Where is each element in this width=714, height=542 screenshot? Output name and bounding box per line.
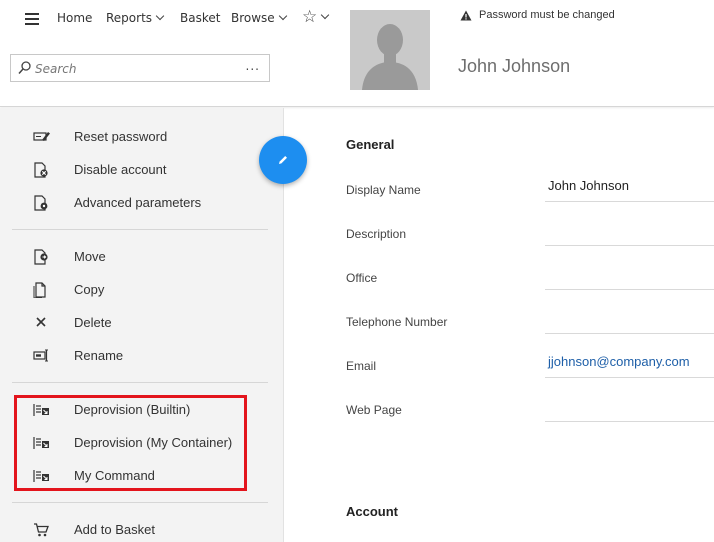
web-page-field[interactable] — [545, 398, 714, 422]
nav-basket[interactable]: Basket — [180, 11, 220, 25]
search-input[interactable] — [35, 59, 235, 78]
chevron-down-icon — [278, 11, 287, 21]
chevron-down-icon — [321, 10, 330, 20]
field-label-telephone: Telephone Number — [346, 315, 448, 329]
field-label-display-name: Display Name — [346, 183, 421, 197]
hamburger-menu-icon[interactable] — [25, 13, 39, 25]
copy-icon — [33, 282, 46, 298]
telephone-field[interactable] — [545, 310, 714, 334]
advanced-parameters-command[interactable]: Advanced parameters — [0, 188, 284, 218]
delete-command[interactable]: Delete — [0, 308, 284, 338]
move-command[interactable]: Move — [0, 242, 284, 272]
section-title-account: Account — [346, 504, 398, 519]
move-icon — [34, 249, 48, 265]
command-label: Delete — [74, 315, 112, 330]
reset-password-icon — [33, 132, 50, 141]
rename-icon — [33, 349, 48, 362]
user-silhouette-icon — [350, 10, 430, 90]
advanced-parameters-icon — [34, 195, 48, 211]
top-bar: Home Reports Basket Browse ☆ ... John Jo… — [0, 0, 714, 107]
sidebar-divider — [12, 502, 268, 503]
warning-icon — [460, 10, 472, 20]
pencil-icon — [279, 156, 287, 164]
command-label: Move — [74, 249, 106, 264]
delete-icon — [36, 317, 46, 327]
nav-browse[interactable]: Browse — [231, 11, 287, 25]
field-label-web-page: Web Page — [346, 403, 402, 417]
edit-button[interactable] — [259, 136, 307, 184]
disable-account-command[interactable]: Disable account — [0, 155, 284, 185]
field-label-office: Office — [346, 271, 378, 285]
nav-home[interactable]: Home — [57, 11, 92, 25]
search-box: ... — [10, 54, 270, 82]
search-more-button[interactable]: ... — [246, 59, 260, 73]
custom-commands-highlight — [14, 395, 247, 491]
description-field[interactable] — [545, 222, 714, 246]
search-icon — [18, 61, 31, 74]
display-name-field[interactable]: John Johnson — [545, 178, 714, 202]
office-field[interactable] — [545, 266, 714, 290]
properties-panel: General Display Name John Johnson Descri… — [285, 108, 714, 542]
field-label-email: Email — [346, 359, 377, 373]
chevron-down-icon — [155, 11, 165, 21]
command-label: Add to Basket — [74, 522, 155, 537]
command-label: Copy — [74, 282, 105, 297]
field-label-description: Description — [346, 227, 407, 241]
rename-command[interactable]: Rename — [0, 341, 284, 371]
nav-home-label: Home — [57, 11, 93, 25]
command-label: Disable account — [74, 162, 167, 177]
nav-basket-label: Basket — [180, 11, 221, 25]
command-label: Advanced parameters — [74, 195, 202, 210]
nav-browse-label: Browse — [231, 11, 275, 25]
password-warning: Password must be changed — [460, 9, 615, 21]
copy-command[interactable]: Copy — [0, 275, 284, 305]
sidebar-divider — [12, 382, 268, 383]
warning-text: Password must be changed — [479, 9, 615, 21]
add-to-basket-command[interactable]: Add to Basket — [0, 515, 284, 542]
email-field[interactable]: jjohnson@company.com — [545, 354, 714, 378]
command-label: Rename — [74, 348, 124, 363]
star-icon: ☆ — [302, 7, 318, 27]
avatar — [350, 10, 430, 90]
user-name: John Johnson — [458, 56, 571, 76]
sidebar-divider — [12, 229, 268, 230]
favorites-menu[interactable]: ☆ — [302, 7, 330, 27]
section-title-general: General — [346, 137, 395, 152]
nav-reports-label: Reports — [106, 11, 153, 25]
reset-password-command[interactable]: Reset password — [0, 122, 284, 152]
basket-icon — [34, 523, 49, 537]
nav-reports[interactable]: Reports — [106, 11, 165, 25]
disable-account-icon — [34, 162, 48, 178]
command-label: Reset password — [74, 129, 168, 144]
